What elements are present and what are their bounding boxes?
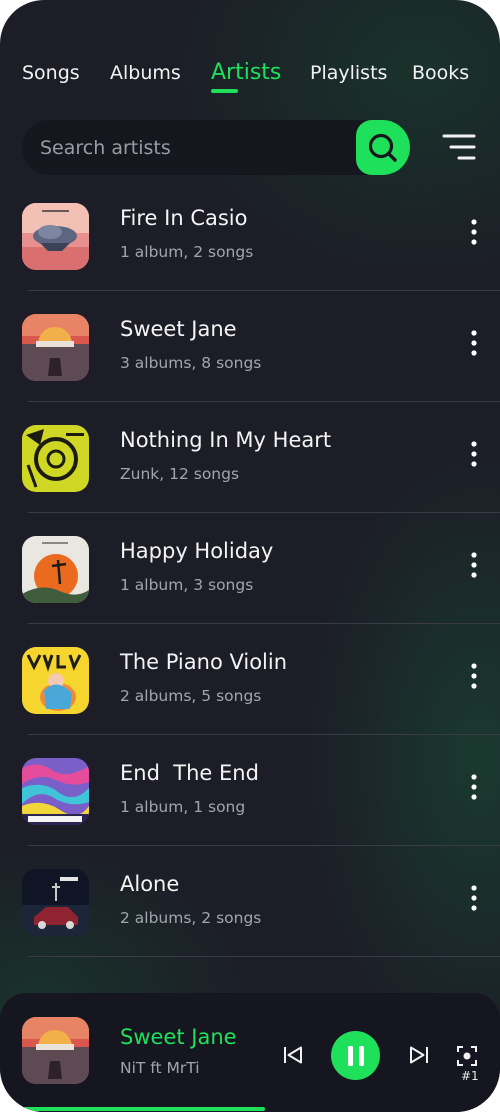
artist-cover-image (22, 647, 89, 714)
pause-button[interactable] (331, 1031, 380, 1080)
artist-name: Nothing In My Heart (120, 428, 332, 452)
more-vertical-icon[interactable] (462, 440, 486, 470)
more-vertical-icon[interactable] (462, 329, 486, 359)
more-vertical-icon[interactable] (462, 551, 486, 581)
tab-playlists[interactable]: Playlists (310, 62, 387, 84)
artist-cover-image (22, 203, 89, 270)
row-divider (28, 734, 500, 735)
more-vertical-icon[interactable] (462, 218, 486, 248)
artist-row-the-piano-violin[interactable]: The Piano Violin 2 albums, 5 songs (0, 634, 500, 745)
artist-name: Fire In Casio (120, 206, 248, 230)
artist-cover-image (22, 758, 89, 825)
more-vertical-icon[interactable] (462, 773, 486, 803)
row-divider (28, 956, 500, 957)
artist-name: Alone (120, 872, 180, 896)
now-playing-cover-image (22, 1017, 89, 1084)
row-divider (28, 290, 500, 291)
previous-icon[interactable] (283, 1046, 303, 1064)
more-vertical-icon[interactable] (462, 662, 486, 692)
artist-meta: 2 albums, 5 songs (120, 687, 262, 705)
artist-row-happy-holiday[interactable]: Happy Holiday 1 album, 3 songs (0, 523, 500, 634)
row-divider (28, 623, 500, 624)
artist-name: The Piano Violin (120, 650, 288, 674)
row-divider (28, 845, 500, 846)
active-tab-indicator (211, 89, 238, 93)
artist-meta: 1 album, 1 song (120, 798, 246, 816)
artist-name: End The End (120, 761, 259, 785)
tab-artists[interactable]: Artists (211, 60, 281, 85)
playback-progress-fill (22, 1107, 265, 1111)
sort-icon[interactable] (440, 131, 476, 163)
queue-focus-icon[interactable] (457, 1046, 477, 1066)
queue-position-label: #1 (461, 1069, 479, 1083)
artist-meta: 2 albums, 2 songs (120, 909, 262, 927)
artist-cover-image (22, 425, 89, 492)
row-divider (28, 401, 500, 402)
row-divider (28, 512, 500, 513)
artist-row-nothing-in-my-heart[interactable]: Nothing In My Heart Zunk, 12 songs (0, 412, 500, 523)
artist-row-end-the-end[interactable]: End The End 1 album, 1 song (0, 745, 500, 856)
mini-player[interactable]: Sweet Jane NiT ft MrTi #1 (0, 993, 500, 1112)
artist-cover-image (22, 314, 89, 381)
artist-name: Happy Holiday (120, 539, 274, 563)
search-input[interactable] (40, 120, 360, 175)
category-tabs: Songs Albums Artists Playlists Books (0, 60, 500, 98)
search-icon (368, 133, 397, 162)
artist-cover-image (22, 536, 89, 603)
artist-meta: 1 album, 2 songs (120, 243, 254, 261)
artist-meta: Zunk, 12 songs (120, 465, 240, 483)
tab-albums[interactable]: Albums (110, 62, 181, 84)
search-button[interactable] (356, 120, 410, 175)
app-screen: Songs Albums Artists Playlists Books Sea… (0, 0, 500, 1112)
artist-name: Sweet Jane (120, 317, 237, 341)
artist-cover-image (22, 869, 89, 936)
search-bar (22, 120, 410, 175)
now-playing-artist: NiT ft MrTi (120, 1059, 200, 1077)
artist-meta: 1 album, 3 songs (120, 576, 254, 594)
next-icon[interactable] (409, 1046, 429, 1064)
artist-row-sweet-jane[interactable]: Sweet Jane 3 albums, 8 songs (0, 301, 500, 412)
pause-icon (347, 1045, 364, 1066)
now-playing-title: Sweet Jane (120, 1025, 237, 1049)
artist-meta: 3 albums, 8 songs (120, 354, 262, 372)
artist-row-alone[interactable]: Alone 2 albums, 2 songs (0, 856, 500, 967)
tab-songs[interactable]: Songs (22, 62, 80, 84)
tab-books[interactable]: Books (412, 62, 469, 84)
more-vertical-icon[interactable] (462, 884, 486, 914)
artist-row-fire-in-casio[interactable]: Fire In Casio 1 album, 2 songs (0, 190, 500, 301)
